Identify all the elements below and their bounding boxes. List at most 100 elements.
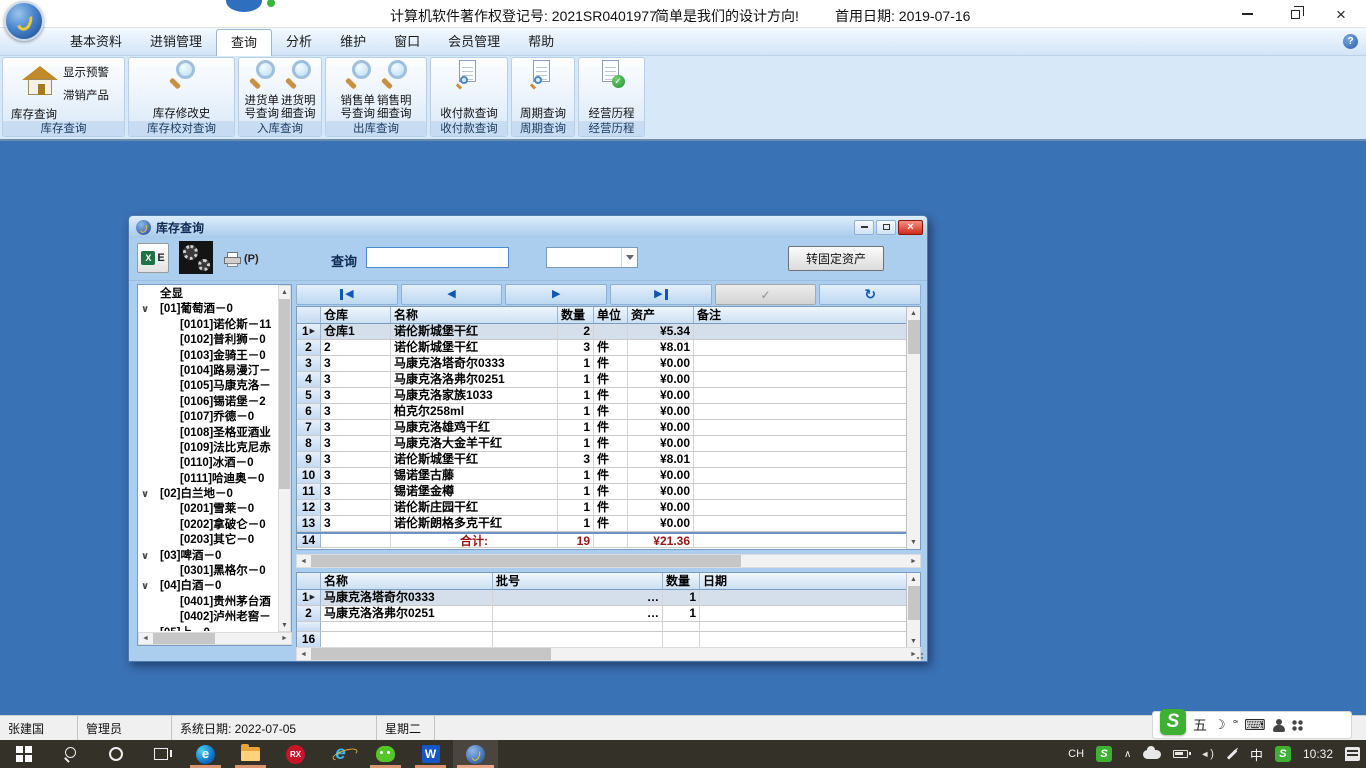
column-header-asset[interactable]: 资产	[628, 307, 694, 324]
nav-refresh-button[interactable]: ↻	[819, 284, 921, 305]
tree-item[interactable]: ∨ [0105]马康克洛－	[138, 379, 278, 394]
诺伦斯城堡干红[interactable]: 2▶ 2 诺伦斯城堡干红 3 件 ¥8.01	[297, 340, 906, 356]
锡诺堡古藤[interactable]: 10▶ 3 锡诺堡古藤 1 件 ¥0.00	[297, 468, 906, 484]
export-excel-button[interactable]: X E	[137, 243, 169, 273]
tree-item[interactable]: ∨ [0109]法比克尼赤	[138, 441, 278, 456]
tree-item[interactable]: ∨ [0104]路易漫汀－	[138, 364, 278, 379]
tray-language[interactable]: CH	[1062, 740, 1090, 768]
taskbar-rx-app[interactable]: RX	[273, 740, 318, 768]
taskbar-internet-explorer[interactable]: e	[318, 740, 363, 768]
诺伦斯城堡干红[interactable]: 1▶ 仓库1 诺伦斯城堡干红 2 ¥5.34	[297, 324, 906, 340]
column-header-batch[interactable]: 批号	[493, 573, 663, 590]
tree-item[interactable]: ∨ [0108]圣格亚酒业	[138, 426, 278, 441]
诺伦斯朗格多克干红[interactable]: 13▶ 3 诺伦斯朗格多克干红 1 件 ¥0.00	[297, 516, 906, 532]
tree-item[interactable]: ∨ 全显	[138, 287, 278, 302]
马康克洛雄鸡干红[interactable]: 7▶ 3 马康克洛雄鸡干红 1 件 ¥0.00	[297, 420, 906, 436]
search-input[interactable]	[366, 247, 509, 268]
tree-item[interactable]: ∨ [0402]泸州老窖－	[138, 610, 278, 625]
tree-vertical-scrollbar[interactable]: ▲▼	[278, 285, 291, 632]
menu-tab[interactable]: 基本资料	[56, 29, 136, 56]
column-header-quantity[interactable]: 数量	[558, 307, 594, 324]
chevron-down-icon[interactable]: ∨	[141, 579, 149, 594]
tree-item[interactable]: ∨ [03]啤酒－0	[138, 549, 278, 564]
taskbar-file-explorer[interactable]	[228, 740, 273, 768]
window-close-button[interactable]: ×	[898, 220, 923, 235]
resize-grip[interactable]	[916, 650, 926, 660]
马康克洛塔奇尔0333[interactable]: 1▶ 马康克洛塔奇尔0333 … 1	[297, 590, 906, 606]
minimize-button[interactable]	[1232, 4, 1262, 24]
table-row[interactable]: ▶	[297, 622, 906, 632]
app-menu-orb[interactable]	[4, 1, 44, 41]
tree-item[interactable]: ∨ [05]上－0	[138, 626, 278, 631]
column-header-warehouse[interactable]: 仓库	[321, 307, 391, 324]
taskbar-wechat[interactable]	[363, 740, 408, 768]
tree-item[interactable]: ∨ [0202]拿破仑－0	[138, 518, 278, 533]
tree-item[interactable]: ∨ [0203]其它－0	[138, 533, 278, 548]
column-header-note[interactable]: 备注	[694, 307, 906, 324]
payment-query-button[interactable]: 收付款查询	[440, 60, 498, 121]
batch-grid-vertical-scrollbar[interactable]: ▲▼	[906, 573, 920, 648]
tree-item[interactable]: ∨ [04]白酒－0	[138, 579, 278, 594]
purchase-detail-query-button[interactable]: 进货明 细查询	[281, 60, 316, 121]
column-header-name[interactable]: 名称	[321, 573, 493, 590]
close-button[interactable]: ×	[1326, 4, 1356, 24]
column-header-date[interactable]: 日期	[700, 573, 906, 590]
tray-power[interactable]	[1167, 740, 1194, 768]
tree-horizontal-scrollbar[interactable]: ◄►	[138, 632, 292, 645]
柏克尔258ml[interactable]: 6▶ 3 柏克尔258ml 1 件 ¥0.00	[297, 404, 906, 420]
column-header-unit[interactable]: 单位	[594, 307, 628, 324]
window-minimize-button[interactable]	[854, 220, 874, 235]
column-header-name[interactable]: 名称	[391, 307, 558, 324]
tray-pen[interactable]	[1220, 740, 1244, 768]
马康克洛塔奇尔0333[interactable]: 3▶ 3 马康克洛塔奇尔0333 1 件 ¥0.00	[297, 356, 906, 372]
filter-combobox[interactable]	[546, 247, 638, 268]
马康克洛家族1033[interactable]: 5▶ 3 马康克洛家族1033 1 件 ¥0.00	[297, 388, 906, 404]
window-title-bar[interactable]: 库存查询 ×	[129, 216, 927, 238]
tree-item[interactable]: ∨ [0106]锡诺堡－2	[138, 395, 278, 410]
合计:[interactable]: 14▶ 合计: 19 ¥21.36	[297, 532, 906, 548]
tree-item[interactable]: ∨ [0110]冰酒－0	[138, 456, 278, 471]
tray-clock[interactable]: 10:32	[1297, 740, 1339, 768]
window-restore-button[interactable]	[876, 220, 896, 235]
settings-gear-button[interactable]	[179, 241, 213, 274]
chevron-down-icon[interactable]: ∨	[141, 302, 149, 317]
taskbar-word[interactable]: W	[408, 740, 453, 768]
tray-sogou[interactable]: S	[1090, 740, 1118, 768]
nav-first-button[interactable]: ◀	[296, 284, 398, 305]
business-history-button[interactable]: ✓ 经营历程	[589, 60, 635, 121]
诺伦斯庄园干红[interactable]: 12▶ 3 诺伦斯庄园干红 1 件 ¥0.00	[297, 500, 906, 516]
chevron-down-icon[interactable]: ∨	[141, 549, 149, 564]
tray-hidden-icons-chevron[interactable]: ∧	[1118, 740, 1137, 768]
help-icon[interactable]: ?	[1343, 34, 1358, 49]
马康克洛洛弗尔0251[interactable]: 4▶ 3 马康克洛洛弗尔0251 1 件 ¥0.00	[297, 372, 906, 388]
purchase-order-no-query-button[interactable]: 进货单 号查询	[245, 60, 280, 121]
tree-item[interactable]: ∨ [0103]金骑王－0	[138, 349, 278, 364]
sogou-logo-icon[interactable]: S	[1160, 709, 1186, 735]
tray-volume[interactable]: ◄)	[1194, 740, 1220, 768]
table-row[interactable]: 16▶	[297, 632, 906, 648]
sales-order-no-query-button[interactable]: 销售单 号查询	[341, 60, 376, 121]
user-account-icon[interactable]	[1273, 719, 1285, 732]
period-query-button[interactable]: 周期查询	[520, 60, 566, 121]
start-button[interactable]	[0, 740, 48, 768]
print-button[interactable]: (P)	[224, 244, 264, 274]
to-fixed-asset-button[interactable]: 转固定资产	[788, 246, 884, 271]
taskbar-search-button[interactable]	[48, 740, 93, 768]
menu-tab[interactable]: 会员管理	[434, 29, 514, 56]
stock-history-button[interactable]: 库存修改史	[153, 60, 211, 121]
taskbar-edge[interactable]: e	[183, 740, 228, 768]
inventory-grid-vertical-scrollbar[interactable]: ▲▼	[906, 307, 920, 549]
tree-item[interactable]: ∨ [0101]诺伦斯－11	[138, 318, 278, 333]
tree-item[interactable]: ∨ [0102]普利狮－0	[138, 333, 278, 348]
more-tools-icon[interactable]	[1292, 720, 1303, 731]
tree-item[interactable]: ∨ [0201]雪莱－0	[138, 502, 278, 517]
menu-tab[interactable]: 分析	[272, 29, 326, 56]
tray-ime-mode[interactable]: 中	[1244, 740, 1269, 768]
诺伦斯城堡干红[interactable]: 9▶ 3 诺伦斯城堡干红 3 件 ¥8.01	[297, 452, 906, 468]
taskbar-active-app[interactable]	[453, 740, 498, 768]
column-header-quantity[interactable]: 数量	[663, 573, 700, 590]
menu-tab[interactable]: 维护	[326, 29, 380, 56]
chevron-down-icon[interactable]	[621, 248, 637, 267]
batch-grid-horizontal-scrollbar[interactable]: ◄►	[296, 647, 921, 661]
menu-tab[interactable]: 窗口	[380, 29, 434, 56]
